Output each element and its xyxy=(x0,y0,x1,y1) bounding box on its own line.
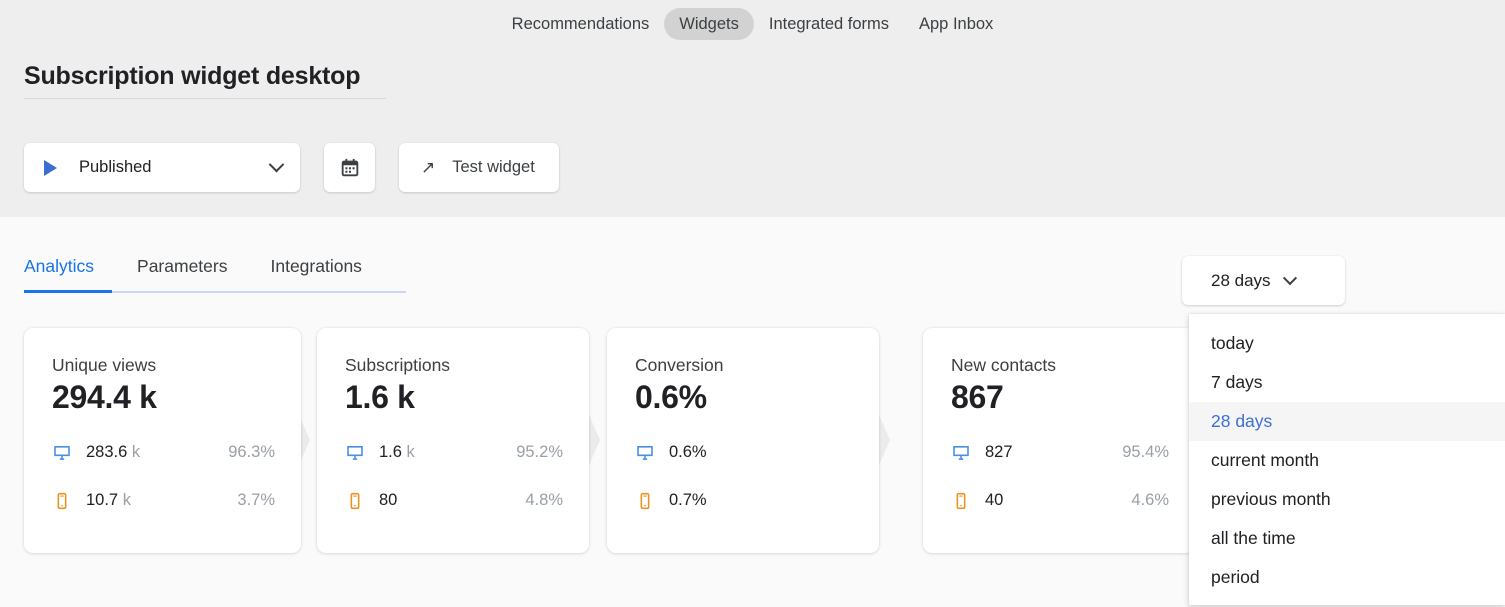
test-widget-label: Test widget xyxy=(452,158,535,177)
mobile-phone-icon xyxy=(52,491,80,511)
tab-active-indicator xyxy=(24,290,112,293)
period-option-today[interactable]: today xyxy=(1189,324,1505,363)
period-option-current-month[interactable]: current month xyxy=(1189,441,1505,480)
metric-breakdown: 283.6 k 96.3% 10.7 k 3.7% xyxy=(52,437,275,516)
section-tabs: Analytics Parameters Integrations xyxy=(24,255,405,291)
play-icon xyxy=(44,160,57,176)
metric-row-value: 80 xyxy=(379,491,397,510)
metric-breakdown: 0.6% 0.7% xyxy=(635,437,853,516)
metric-card-value: 0.6% xyxy=(635,377,853,417)
top-navigation: Recommendations Widgets Integrated forms… xyxy=(0,0,1505,48)
metric-row-value: 0.7% xyxy=(669,491,707,510)
widget-toolbar: Published ↗ Test widget xyxy=(24,143,559,192)
tab-label: Analytics xyxy=(24,256,94,276)
metric-row-value: 827 xyxy=(985,443,1013,462)
metric-card-new-contacts: New contacts 867 827 95.4% 40 4.6% xyxy=(923,328,1195,553)
metric-card-title: Conversion xyxy=(635,354,853,376)
metric-card-unique-views: Unique views 294.4 k 283.6 k 96.3% 10.7 … xyxy=(24,328,301,553)
chevron-down-icon xyxy=(269,157,285,173)
desktop-monitor-icon xyxy=(345,443,373,463)
period-option-label: all the time xyxy=(1211,528,1296,549)
topnav-label: Recommendations xyxy=(512,15,650,33)
topnav-label: Widgets xyxy=(679,15,739,33)
metric-row-desktop: 283.6 k 96.3% xyxy=(52,437,275,468)
mobile-phone-icon xyxy=(635,491,663,511)
topnav-item-integrated-forms[interactable]: Integrated forms xyxy=(754,8,904,40)
metric-breakdown: 1.6 k 95.2% 80 4.8% xyxy=(345,437,563,516)
tab-analytics[interactable]: Analytics xyxy=(24,255,94,291)
period-option-period[interactable]: period xyxy=(1189,558,1505,597)
publish-status-label: Published xyxy=(79,158,151,177)
period-option-label: period xyxy=(1211,567,1260,588)
period-option-all-the-time[interactable]: all the time xyxy=(1189,519,1505,558)
topnav-item-recommendations[interactable]: Recommendations xyxy=(497,8,665,40)
metric-breakdown: 827 95.4% 40 4.6% xyxy=(951,437,1169,516)
period-option-28-days[interactable]: 28 days xyxy=(1189,402,1505,441)
metric-row-percent: 3.7% xyxy=(237,491,275,510)
metric-row-mobile: 0.7% xyxy=(635,485,853,516)
period-option-label: current month xyxy=(1211,450,1319,471)
metric-card-value: 867 xyxy=(951,377,1169,417)
test-widget-button[interactable]: ↗ Test widget xyxy=(399,143,559,192)
metric-card-title: Unique views xyxy=(52,354,275,376)
chevron-down-icon xyxy=(1282,271,1296,285)
tab-parameters[interactable]: Parameters xyxy=(137,255,227,291)
metric-row-percent: 96.3% xyxy=(228,443,275,462)
topnav-item-app-inbox[interactable]: App Inbox xyxy=(904,8,1008,40)
publish-status-dropdown[interactable]: Published xyxy=(24,143,300,192)
metric-card-title: New contacts xyxy=(951,354,1169,376)
page-title[interactable]: Subscription widget desktop xyxy=(24,60,386,92)
metric-row-value: 283.6 k xyxy=(86,443,140,462)
period-select[interactable]: 28 days xyxy=(1182,256,1345,305)
period-option-label: today xyxy=(1211,333,1254,354)
topnav-item-widgets[interactable]: Widgets xyxy=(664,8,754,40)
period-dropdown-menu: today 7 days 28 days current month previ… xyxy=(1189,314,1505,605)
mobile-phone-icon xyxy=(345,491,373,511)
metric-row-percent: 4.8% xyxy=(525,491,563,510)
metric-row-percent: 95.4% xyxy=(1122,443,1169,462)
page-header-region: Recommendations Widgets Integrated forms… xyxy=(0,0,1505,217)
metric-row-value: 0.6% xyxy=(669,443,707,462)
metric-card-value: 294.4 k xyxy=(52,377,275,417)
tab-label: Parameters xyxy=(137,256,227,276)
topnav-label: App Inbox xyxy=(919,15,993,33)
metric-row-desktop: 1.6 k 95.2% xyxy=(345,437,563,468)
metric-card-title: Subscriptions xyxy=(345,354,563,376)
metric-row-percent: 95.2% xyxy=(516,443,563,462)
metric-row-value: 10.7 k xyxy=(86,491,131,510)
metric-row-desktop: 827 95.4% xyxy=(951,437,1169,468)
desktop-monitor-icon xyxy=(951,443,979,463)
metric-row-percent: 4.6% xyxy=(1131,491,1169,510)
metric-card-subscriptions: Subscriptions 1.6 k 1.6 k 95.2% 80 4.8% xyxy=(317,328,589,553)
period-option-7-days[interactable]: 7 days xyxy=(1189,363,1505,402)
desktop-monitor-icon xyxy=(52,443,80,463)
mobile-phone-icon xyxy=(951,491,979,511)
period-option-label: 7 days xyxy=(1211,372,1263,393)
calendar-button[interactable] xyxy=(324,143,375,192)
arrow-up-right-icon: ↗ xyxy=(421,159,435,176)
metric-row-desktop: 0.6% xyxy=(635,437,853,468)
metric-row-mobile: 40 4.6% xyxy=(951,485,1169,516)
app-root: Recommendations Widgets Integrated forms… xyxy=(0,0,1505,607)
tab-label: Integrations xyxy=(270,256,361,276)
page-title-underline xyxy=(24,98,386,99)
tab-integrations[interactable]: Integrations xyxy=(270,255,361,291)
metric-row-mobile: 10.7 k 3.7% xyxy=(52,485,275,516)
desktop-monitor-icon xyxy=(635,443,663,463)
page-title-wrap: Subscription widget desktop xyxy=(24,60,386,99)
metric-row-value: 1.6 k xyxy=(379,443,415,462)
topnav-label: Integrated forms xyxy=(769,15,889,33)
metric-card-conversion: Conversion 0.6% 0.6% 0.7% xyxy=(607,328,879,553)
period-option-previous-month[interactable]: previous month xyxy=(1189,480,1505,519)
period-option-label: previous month xyxy=(1211,489,1331,510)
calendar-icon xyxy=(339,157,361,179)
metric-row-mobile: 80 4.8% xyxy=(345,485,563,516)
metric-row-value: 40 xyxy=(985,491,1003,510)
period-option-label: 28 days xyxy=(1211,411,1272,432)
metric-card-value: 1.6 k xyxy=(345,377,563,417)
period-select-value: 28 days xyxy=(1211,271,1271,291)
